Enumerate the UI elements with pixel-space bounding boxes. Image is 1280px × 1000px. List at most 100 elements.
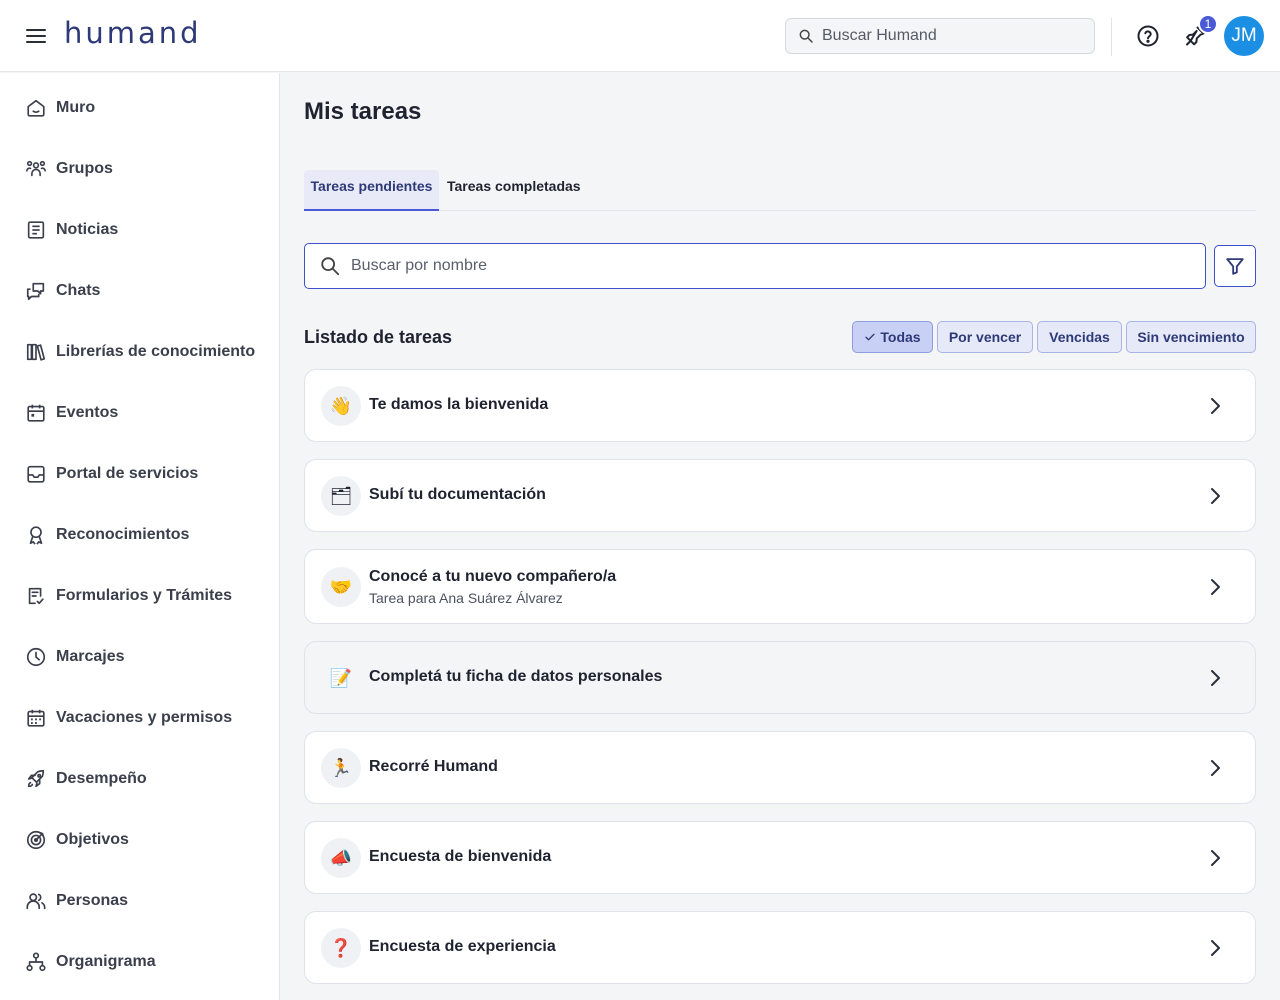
user-avatar[interactable]: JM	[1224, 16, 1264, 56]
task-card[interactable]: 📝 Completá tu ficha de datos personales	[304, 641, 1256, 714]
filter-chip-label: Sin vencimiento	[1137, 329, 1245, 345]
sidebar-item-desempeno[interactable]: Desempeño	[0, 759, 279, 799]
global-search-input[interactable]	[822, 27, 1082, 45]
calendar-days-icon	[24, 706, 48, 730]
task-list-title: Listado de tareas	[304, 327, 453, 347]
sidebar-item-librerias[interactable]: Librerías de conocimiento	[0, 332, 279, 372]
sidebar-item-grupos[interactable]: Grupos	[0, 149, 279, 189]
target-icon	[24, 828, 48, 852]
help-circle-icon	[1137, 25, 1159, 47]
runner-icon: 🏃	[321, 748, 361, 788]
sidebar-item-noticias[interactable]: Noticias	[0, 210, 279, 250]
folder-icon: 🗂	[321, 476, 361, 516]
task-title: Subí tu documentación	[369, 486, 546, 503]
memo-icon: 📝	[321, 658, 361, 698]
task-title: Te damos la bienvenida	[369, 396, 549, 413]
task-tabs: Tareas pendientes Tareas completadas	[304, 170, 1256, 211]
task-card[interactable]: 👋 Te damos la bienvenida	[304, 369, 1256, 442]
notification-count-badge: 1	[1198, 14, 1218, 34]
humand-logo[interactable]: humand	[64, 16, 202, 50]
sidebar-item-label: Librerías de conocimiento	[56, 343, 256, 360]
page-title: Mis tareas	[304, 98, 422, 125]
sidebar-item-portal[interactable]: Portal de servicios	[0, 454, 279, 494]
search-icon	[321, 257, 340, 276]
award-icon	[24, 523, 48, 547]
sidebar-item-label: Organigrama	[56, 953, 156, 970]
handshake-icon: 🤝	[321, 567, 361, 607]
hamburger-menu-button[interactable]	[22, 22, 50, 50]
filter-chip-label: Vencidas	[1049, 329, 1110, 345]
groups-icon	[24, 157, 48, 181]
sidebar-item-objetivos[interactable]: Objetivos	[0, 820, 279, 860]
form-check-icon	[24, 584, 48, 608]
sidebar-item-label: Marcajes	[56, 648, 125, 665]
hamburger-icon	[26, 29, 46, 43]
task-search-input[interactable]	[351, 257, 1171, 275]
header-divider	[1111, 18, 1112, 56]
chat-icon	[24, 279, 48, 303]
task-card[interactable]: ❓ Encuesta de experiencia	[304, 911, 1256, 984]
filter-chip-label: Todas	[880, 329, 921, 345]
sidebar-item-label: Reconocimientos	[56, 526, 190, 543]
waving-hand-icon: 👋	[321, 386, 361, 426]
megaphone-icon: 📣	[321, 838, 361, 878]
tab-completed[interactable]: Tareas completadas	[447, 170, 581, 210]
sidebar-item-personas[interactable]: Personas	[0, 881, 279, 921]
chevron-right-icon	[1211, 488, 1220, 504]
top-header: humand 1 JM	[0, 0, 1280, 72]
sidebar-item-organigrama[interactable]: Organigrama	[0, 942, 279, 982]
sidebar-item-marcajes[interactable]: Marcajes	[0, 637, 279, 677]
chevron-right-icon	[1211, 670, 1220, 686]
task-title: Recorré Humand	[369, 758, 498, 775]
sidebar-item-label: Formularios y Trámites	[56, 587, 233, 604]
task-title: Conocé a tu nuevo compañero/a	[369, 568, 617, 585]
rocket-icon	[24, 767, 48, 791]
chevron-right-icon	[1211, 760, 1220, 776]
task-search[interactable]	[304, 243, 1206, 289]
filter-chip-sin-vencimiento[interactable]: Sin vencimiento	[1126, 321, 1256, 353]
sidebar-item-eventos[interactable]: Eventos	[0, 393, 279, 433]
search-icon	[799, 29, 813, 43]
sidebar-item-label: Grupos	[56, 160, 113, 177]
sidebar-item-label: Vacaciones y permisos	[56, 709, 233, 726]
sidebar-item-chats[interactable]: Chats	[0, 271, 279, 311]
task-card[interactable]: 📣 Encuesta de bienvenida	[304, 821, 1256, 894]
check-icon	[865, 333, 876, 341]
chevron-right-icon	[1211, 850, 1220, 866]
org-chart-icon	[24, 950, 48, 974]
sidebar-item-label: Desempeño	[56, 770, 147, 787]
global-search[interactable]	[785, 18, 1095, 54]
task-card[interactable]: 🤝 Conocé a tu nuevo compañero/a Tarea pa…	[304, 549, 1256, 624]
tab-pending[interactable]: Tareas pendientes	[304, 170, 439, 211]
filter-chip-todas[interactable]: Todas	[852, 321, 933, 353]
library-icon	[24, 340, 48, 364]
sidebar-item-formularios[interactable]: Formularios y Trámites	[0, 576, 279, 616]
sidebar-item-label: Personas	[56, 892, 129, 909]
question-mark-icon: ❓	[321, 928, 361, 968]
sidebar-item-label: Portal de servicios	[56, 465, 199, 482]
sidebar-item-reconocimientos[interactable]: Reconocimientos	[0, 515, 279, 555]
task-title: Completá tu ficha de datos personales	[369, 668, 663, 685]
clock-icon	[24, 645, 48, 669]
chevron-right-icon	[1211, 940, 1220, 956]
task-title: Encuesta de bienvenida	[369, 848, 552, 865]
home-icon	[24, 96, 48, 120]
news-icon	[24, 218, 48, 242]
chevron-right-icon	[1211, 398, 1220, 414]
people-icon	[24, 889, 48, 913]
filter-chip-por-vencer[interactable]: Por vencer	[937, 321, 1033, 353]
filter-funnel-icon	[1226, 258, 1244, 275]
sidebar-item-vacaciones[interactable]: Vacaciones y permisos	[0, 698, 279, 738]
help-button[interactable]	[1136, 24, 1160, 48]
task-title: Encuesta de experiencia	[369, 938, 556, 955]
filter-chip-vencidas[interactable]: Vencidas	[1037, 321, 1122, 353]
sidebar-item-label: Muro	[56, 99, 96, 116]
inbox-icon	[24, 462, 48, 486]
sidebar: Muro Grupos Noticias Chats Librerías de …	[0, 73, 280, 1000]
task-card[interactable]: 🏃 Recorré Humand	[304, 731, 1256, 804]
filter-button[interactable]	[1214, 245, 1256, 287]
chevron-right-icon	[1211, 579, 1220, 595]
task-card[interactable]: 🗂 Subí tu documentación	[304, 459, 1256, 532]
sidebar-item-muro[interactable]: Muro	[0, 88, 279, 128]
task-subtitle: Tarea para Ana Suárez Álvarez	[369, 590, 563, 606]
